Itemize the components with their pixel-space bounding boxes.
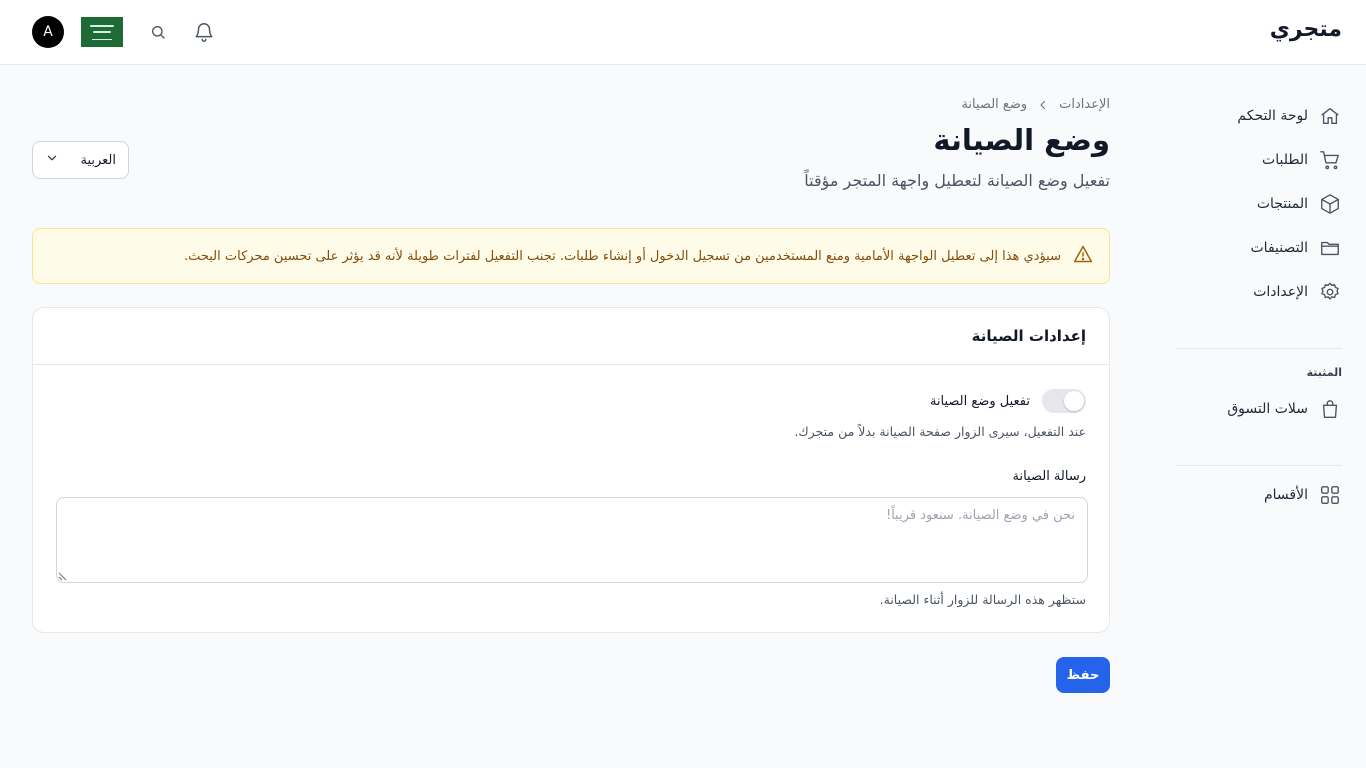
page-subtitle: تفعيل وضع الصيانة لتعطيل واجهة المتجر مؤ… [804, 171, 1110, 190]
toggle-knob [1064, 391, 1084, 411]
card-header: إعدادات الصيانة [33, 308, 1109, 365]
breadcrumb-current: وضع الصيانة [961, 97, 1028, 112]
top-bar: A متجري [0, 0, 1366, 65]
breadcrumb-parent[interactable]: الإعدادات [1059, 97, 1110, 112]
notifications-button[interactable] [192, 20, 216, 44]
toggle-help-text: عند التفعيل، سيرى الزوار صفحة الصيانة بد… [794, 424, 1086, 439]
sidebar-item-categories[interactable]: التصنيفات [1176, 230, 1342, 266]
sidebar-item-sections[interactable]: الأقسام [1202, 477, 1342, 513]
flag-script [90, 24, 114, 27]
sidebar-item-label: سلات التسوق [1227, 401, 1308, 417]
sidebar-item-products[interactable]: المنتجات [1176, 186, 1342, 222]
saudi-flag-icon[interactable] [81, 17, 123, 47]
sidebar-item-label: لوحة التحكم [1237, 108, 1308, 124]
warning-icon [1073, 244, 1093, 268]
maintenance-message-input[interactable] [56, 497, 1088, 583]
alert-text: سيؤدي هذا إلى تعطيل الواجهة الأمامية ومن… [183, 248, 1061, 264]
card-title: إعدادات الصيانة [971, 327, 1086, 345]
shopping-bag-icon [1318, 397, 1342, 421]
box-icon [1318, 192, 1342, 216]
toggle-label: تفعيل وضع الصيانة [929, 393, 1030, 409]
sidebar-item-label: الطلبات [1262, 152, 1308, 168]
language-select[interactable]: العربية [32, 141, 129, 179]
message-help-text: ستظهر هذه الرسالة للزوار أثناء الصيانة. [879, 592, 1086, 607]
bell-icon [195, 23, 213, 42]
page-title: وضع الصيانة [933, 123, 1110, 157]
chevron-left-icon [1037, 99, 1049, 111]
chevron-down-icon [45, 151, 59, 169]
sidebar-item-orders[interactable]: الطلبات [1176, 142, 1342, 178]
message-field-label: رسالة الصيانة [1012, 469, 1086, 484]
sidebar: لوحة التحكم الطلبات المنتجات التصنيفات ا… [1176, 65, 1342, 768]
avatar-initial: A [43, 24, 53, 40]
sidebar-item-label: الأقسام [1264, 487, 1308, 503]
sidebar-item-label: المنتجات [1256, 196, 1308, 212]
sidebar-item-shopping-carts[interactable]: سلات التسوق [1202, 391, 1342, 427]
sidebar-item-label: الإعدادات [1253, 284, 1308, 300]
sidebar-item-dashboard[interactable]: لوحة التحكم [1176, 98, 1342, 134]
flag-sword [92, 38, 112, 40]
main-content: الإعدادات وضع الصيانة وضع الصيانة تفعيل … [32, 65, 1110, 768]
cart-icon [1318, 148, 1342, 172]
maintenance-toggle[interactable] [1042, 389, 1086, 413]
brand-logo[interactable]: متجري [1270, 17, 1342, 42]
home-icon [1318, 104, 1342, 128]
sidebar-item-settings[interactable]: الإعدادات [1176, 274, 1342, 310]
sidebar-item-label: التصنيفات [1250, 240, 1309, 256]
search-icon [152, 26, 165, 39]
breadcrumb: الإعدادات وضع الصيانة [961, 97, 1110, 112]
gear-icon [1318, 280, 1342, 304]
save-button[interactable]: حفظ [1056, 657, 1110, 693]
maintenance-toggle-row: تفعيل وضع الصيانة [930, 389, 1086, 413]
sidebar-divider [1176, 348, 1342, 349]
search-button[interactable] [146, 20, 170, 44]
sidebar-divider [1176, 465, 1342, 466]
flag-script [93, 30, 111, 33]
folder-icon [1318, 236, 1342, 260]
sidebar-section-pinned: المثبتة [1306, 366, 1342, 379]
resize-handle-icon[interactable] [58, 571, 68, 581]
grid-icon [1318, 483, 1342, 507]
language-select-value: العربية [80, 152, 116, 168]
maintenance-settings-card: إعدادات الصيانة تفعيل وضع الصيانة عند ال… [32, 307, 1110, 633]
user-avatar[interactable]: A [32, 16, 64, 48]
maintenance-warning-alert: سيؤدي هذا إلى تعطيل الواجهة الأمامية ومن… [32, 228, 1110, 284]
